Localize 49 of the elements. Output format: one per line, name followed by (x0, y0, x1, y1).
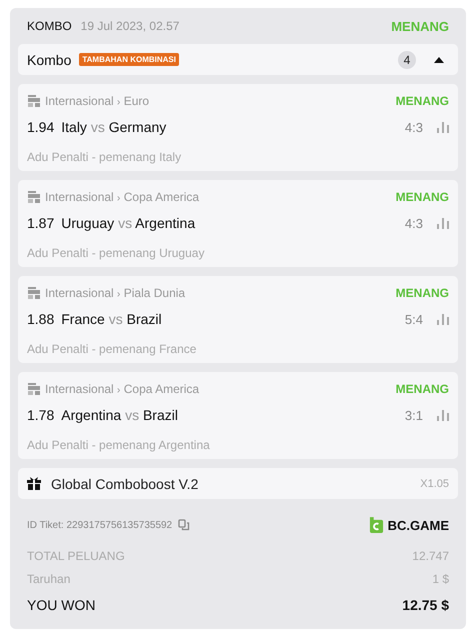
match-title: 1.78 Argentina vs Brazil (27, 407, 179, 423)
market-text: Adu Penalti - pemenang Argentina (27, 438, 211, 452)
total-label: TOTAL PELUANG (27, 549, 125, 564)
stats-icon[interactable] (437, 218, 449, 228)
market-text: Adu Penalti - pemenang Uruguay (27, 246, 206, 260)
stats-icon[interactable] (437, 122, 449, 132)
total-label: Taruhan (27, 572, 70, 587)
game-logo-icon (27, 286, 41, 300)
copy-icon[interactable] (178, 519, 190, 531)
selection-count: 4 (398, 50, 416, 68)
match-status: MENANG (396, 382, 449, 396)
caret-icon[interactable] (434, 56, 444, 62)
gift-icon (27, 477, 41, 490)
stats-icon[interactable] (437, 410, 449, 420)
total-value: 1 $ (432, 572, 449, 587)
bet-type: KOMBO (27, 19, 72, 33)
game-logo-icon (27, 190, 41, 204)
match-title: 1.88 France vs Brazil (27, 311, 163, 327)
bet-date: 19 Jul 2023, 02.57 (80, 19, 180, 33)
market-text: Adu Penalti - pemenang Italy (27, 150, 182, 164)
match-title: 1.87 Uruguay vs Argentina (27, 215, 196, 231)
market-text: Adu Penalti - pemenang France (27, 342, 198, 356)
match-status: MENANG (396, 190, 449, 204)
combo-bar[interactable]: Kombo TAMBAHAN KOMBINASI 4 (18, 44, 458, 75)
game-logo-icon (27, 382, 41, 396)
brand-logo-icon (368, 516, 384, 534)
league-path: Internasional › Euro (45, 94, 150, 108)
boost-name: Global Comboboost V.2 (51, 476, 200, 492)
combo-badge: TAMBAHAN KOMBINASI (79, 53, 179, 66)
league-path: Internasional › Copa America (45, 382, 200, 396)
boost-multiplier: X1.05 (420, 478, 449, 490)
match-score: 4:3 (404, 216, 423, 230)
bet-status: MENANG (391, 18, 449, 34)
total-value: 12.75 $ (402, 597, 449, 614)
brand-name: BC.GAME (388, 518, 449, 532)
match-score: 3:1 (404, 408, 423, 422)
stats-icon[interactable] (437, 314, 449, 324)
league-path: Internasional › Piala Dunia (45, 286, 186, 300)
total-label: YOU WON (27, 597, 96, 614)
league-path: Internasional › Copa America (45, 190, 200, 204)
ticket-id: ID Tiket: 2293175756135735592 (27, 520, 172, 530)
game-logo-icon (27, 94, 41, 108)
match-status: MENANG (396, 286, 449, 300)
total-value: 12.747 (412, 549, 449, 564)
combo-title: Kombo (27, 52, 72, 68)
match-status: MENANG (396, 94, 449, 108)
match-score: 5:4 (404, 312, 423, 326)
match-title: 1.94 Italy vs Germany (27, 119, 168, 135)
match-score: 4:3 (404, 120, 423, 134)
